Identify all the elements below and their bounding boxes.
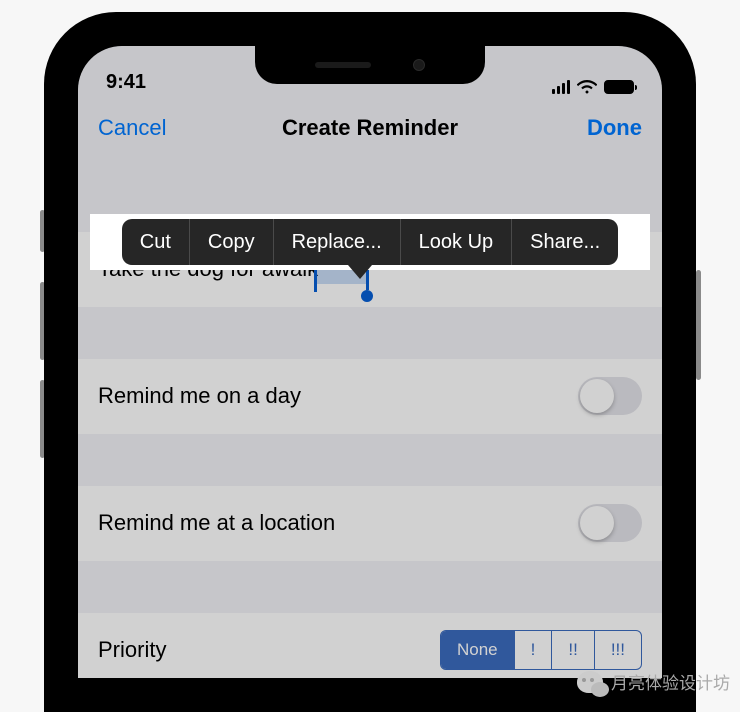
remind-day-toggle[interactable] (578, 377, 642, 415)
phone-frame: 9:41 Cancel Create Reminder Done (44, 12, 696, 712)
signal-icon (552, 80, 571, 94)
cut-button[interactable]: Cut (122, 219, 190, 265)
remind-day-row[interactable]: Remind me on a day (78, 359, 662, 434)
priority-high[interactable]: !!! (595, 631, 641, 669)
phone-screen: 9:41 Cancel Create Reminder Done (58, 26, 682, 698)
remind-location-label: Remind me at a location (98, 510, 335, 536)
selection-handle-end[interactable] (361, 290, 373, 302)
phone-notch (255, 46, 485, 84)
battery-icon (604, 80, 634, 94)
copy-button[interactable]: Copy (190, 219, 274, 265)
priority-medium[interactable]: !! (552, 631, 594, 669)
wechat-icon (577, 671, 603, 693)
status-time: 9:41 (106, 71, 196, 94)
wifi-icon (577, 80, 597, 94)
lookup-button[interactable]: Look Up (401, 219, 513, 265)
priority-low[interactable]: ! (515, 631, 553, 669)
edit-menu: Cut Copy Replace... Look Up Share... (90, 214, 650, 270)
app-screen: 9:41 Cancel Create Reminder Done (78, 46, 662, 678)
done-button[interactable]: Done (542, 115, 642, 141)
share-button[interactable]: Share... (512, 219, 618, 265)
front-camera (413, 59, 425, 71)
remind-location-toggle[interactable] (578, 504, 642, 542)
replace-button[interactable]: Replace... (274, 219, 401, 265)
priority-label: Priority (98, 637, 166, 663)
remind-day-label: Remind me on a day (98, 383, 301, 409)
priority-segmented: None ! !! !!! (440, 630, 642, 670)
nav-bar: Cancel Create Reminder Done (78, 100, 662, 156)
speaker-grille (315, 62, 371, 68)
status-icons (544, 80, 634, 94)
wechat-watermark: 月亮体验设计坊 (577, 669, 730, 694)
remind-location-row[interactable]: Remind me at a location (78, 486, 662, 561)
priority-none[interactable]: None (441, 631, 515, 669)
form-content: Take the dog for a walk Remind me on a d… (78, 232, 662, 678)
page-title: Create Reminder (282, 115, 458, 141)
cancel-button[interactable]: Cancel (98, 115, 198, 141)
wechat-name: 月亮体验设计坊 (611, 669, 730, 694)
power-button (696, 270, 701, 380)
priority-row: Priority None ! !! !!! (78, 613, 662, 678)
